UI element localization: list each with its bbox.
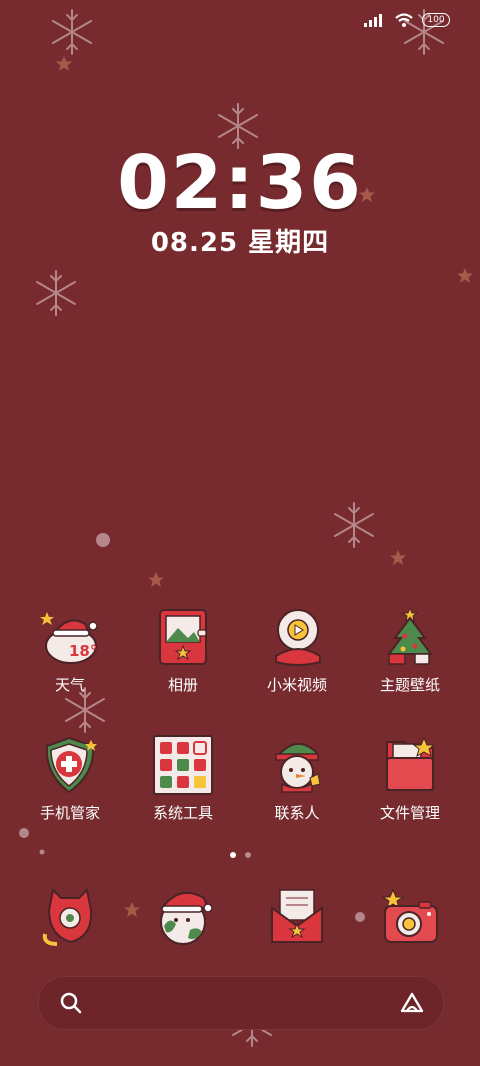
clock-date[interactable]: 08.25 星期四 (0, 222, 480, 259)
star-icon (457, 268, 473, 283)
battery-icon: 100 (422, 13, 450, 27)
weather-icon: 18° (40, 612, 98, 664)
clock-time[interactable]: 02:36 (0, 140, 480, 226)
search-bar[interactable] (38, 976, 444, 1030)
snow-dot (96, 533, 110, 547)
star-icon (148, 572, 164, 587)
search-icon[interactable] (59, 991, 83, 1015)
svg-text:18°: 18° (69, 642, 97, 660)
page-dot[interactable] (229, 852, 236, 858)
dock-messages[interactable] (241, 886, 353, 948)
page-dot[interactable] (244, 852, 251, 858)
app-security[interactable]: 手机管家 (14, 734, 126, 823)
theme-icon (387, 606, 433, 665)
snowflake-icon (52, 9, 92, 55)
gallery-icon (159, 609, 207, 665)
contacts-icon (275, 743, 321, 793)
star-icon (390, 550, 406, 565)
video-icon (275, 609, 321, 666)
app-theme[interactable]: 主题壁纸 (354, 606, 466, 695)
browser-icon (159, 891, 213, 945)
app-weather[interactable]: 18° 天气 (14, 606, 126, 695)
security-icon (45, 736, 97, 794)
status-bar: 100 (364, 12, 450, 28)
camera-icon (381, 888, 438, 943)
app-label: 手机管家 (39, 805, 100, 822)
wifi-icon (395, 13, 413, 27)
app-label: 主题壁纸 (379, 677, 440, 694)
star-icon (56, 56, 72, 71)
app-label: 联系人 (274, 805, 320, 822)
app-files[interactable]: 文件管理 (354, 734, 466, 823)
app-label: 文件管理 (379, 805, 440, 822)
signal-icon (364, 14, 382, 27)
snowflake-icon (334, 502, 374, 548)
tools-folder-icon (153, 735, 213, 795)
dock-phone[interactable] (14, 886, 126, 948)
dock-browser[interactable] (127, 886, 239, 948)
app-label: 小米视频 (266, 677, 327, 694)
app-label: 系统工具 (152, 805, 213, 822)
app-label: 相册 (167, 677, 198, 694)
page-indicator[interactable] (0, 852, 480, 858)
app-label: 天气 (54, 677, 85, 694)
snowflake-icon (36, 270, 76, 316)
dock-camera[interactable] (354, 886, 466, 948)
messages-icon (271, 889, 323, 943)
phone-icon (42, 887, 93, 946)
app-video[interactable]: 小米视频 (241, 606, 353, 695)
assistant-icon[interactable] (399, 991, 425, 1015)
app-tools-folder[interactable]: 系统工具 (127, 734, 239, 823)
app-gallery[interactable]: 相册 (127, 606, 239, 695)
files-icon (386, 736, 436, 791)
app-contacts[interactable]: 联系人 (241, 734, 353, 823)
snow-dot (19, 828, 29, 838)
